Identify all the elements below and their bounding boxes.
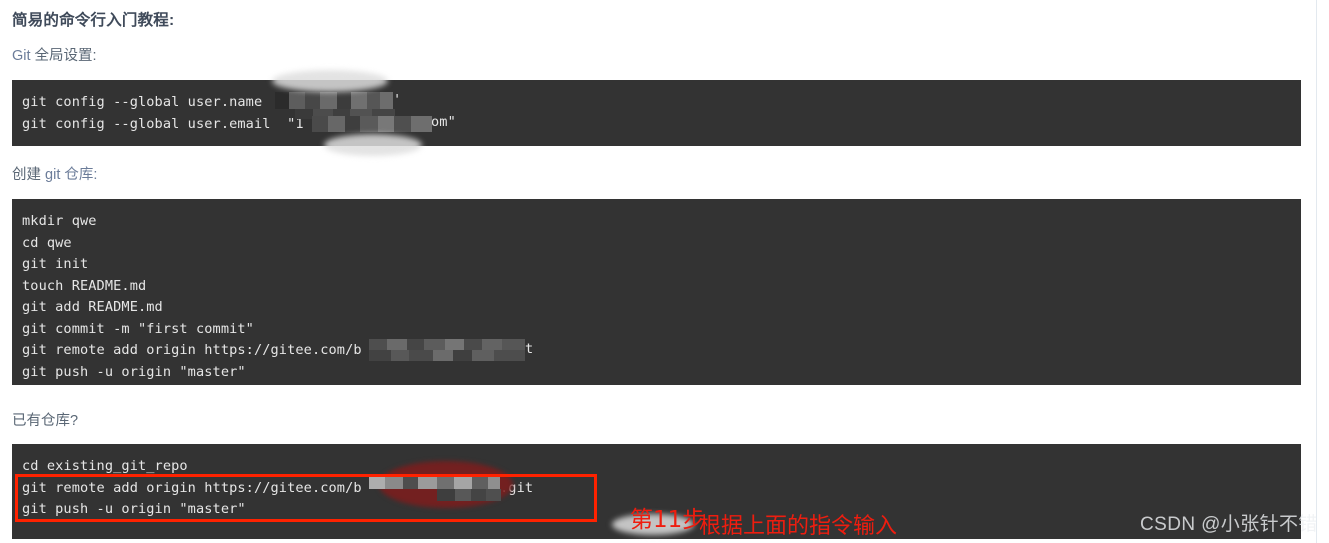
code-line: git config --global user.email "1 bbox=[22, 115, 304, 132]
code-line-tail: t bbox=[525, 341, 534, 357]
code-block-create-repo[interactable]: mkdir qwe cd qwe git init touch README.m… bbox=[12, 199, 1301, 385]
code-lines: mkdir qwe cd qwe git init touch README.m… bbox=[12, 199, 1301, 385]
code-line: mkdir qwe bbox=[22, 213, 97, 229]
code-line: git init bbox=[22, 256, 89, 272]
code-line: git config --global user.name bbox=[22, 94, 263, 110]
page-right-border bbox=[1316, 0, 1317, 543]
code-lines: git config --global user.name git config… bbox=[12, 80, 1301, 146]
page-title: 简易的命令行入门教程: bbox=[12, 12, 175, 29]
code-line: git push -u origin "master" bbox=[22, 363, 246, 380]
annotation-description: 根据上面的指令输入 bbox=[699, 514, 898, 539]
annotation-step-label: 第11步 bbox=[630, 507, 706, 533]
code-line: touch README.md bbox=[22, 277, 147, 294]
code-line: cd qwe bbox=[22, 234, 72, 251]
code-line-tail: .git bbox=[500, 480, 534, 496]
section-label-existing-repo: 已有仓库? bbox=[12, 409, 78, 430]
watermark: CSDN @小张针不错 bbox=[1140, 514, 1318, 535]
section-label-create-repo: 创建 git 仓库: bbox=[12, 163, 97, 184]
tutorial-content: 简易的命令行入门教程: Git 全局设置: git config --globa… bbox=[0, 0, 1318, 543]
section-label-text: git 仓库: bbox=[45, 167, 98, 183]
code-line: git add README.md bbox=[22, 299, 163, 315]
code-block-git-global[interactable]: git config --global user.name git config… bbox=[12, 80, 1301, 146]
section-label-text-prefix: 创建 bbox=[12, 167, 46, 183]
code-line: git commit -m "first commit" bbox=[22, 320, 254, 337]
section-label-text: 全局设置: bbox=[30, 48, 97, 64]
section-label-keyword: Git bbox=[12, 48, 31, 64]
code-line: git remote add origin https://gitee.com/… bbox=[22, 342, 362, 358]
code-line: git remote add origin https://gitee.com/… bbox=[22, 479, 362, 496]
section-label-text: 已有仓库? bbox=[12, 413, 79, 429]
section-label-git-global: Git 全局设置: bbox=[12, 44, 97, 65]
code-line-tail: om" bbox=[431, 114, 456, 130]
code-line: cd existing_git_repo bbox=[22, 458, 188, 474]
code-line-tail: ' bbox=[393, 92, 402, 108]
